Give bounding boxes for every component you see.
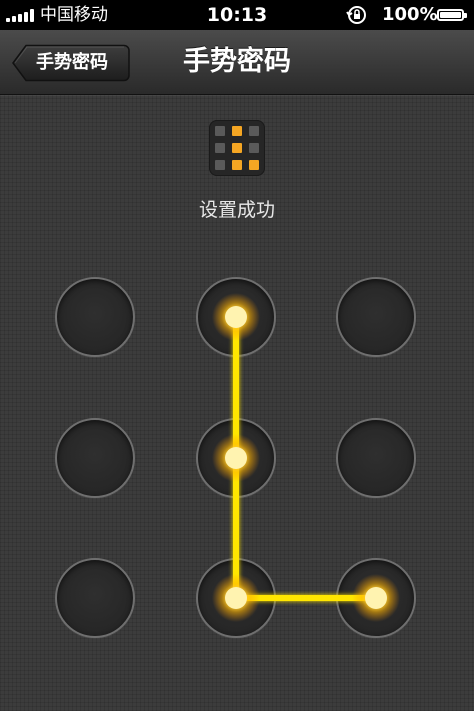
selected-node-9 (352, 574, 400, 622)
selected-node-5 (212, 434, 260, 482)
selected-node-2 (212, 293, 260, 341)
gesture-pattern-grid[interactable] (0, 0, 474, 711)
selected-node-8 (212, 574, 260, 622)
pattern-path (212, 293, 400, 622)
